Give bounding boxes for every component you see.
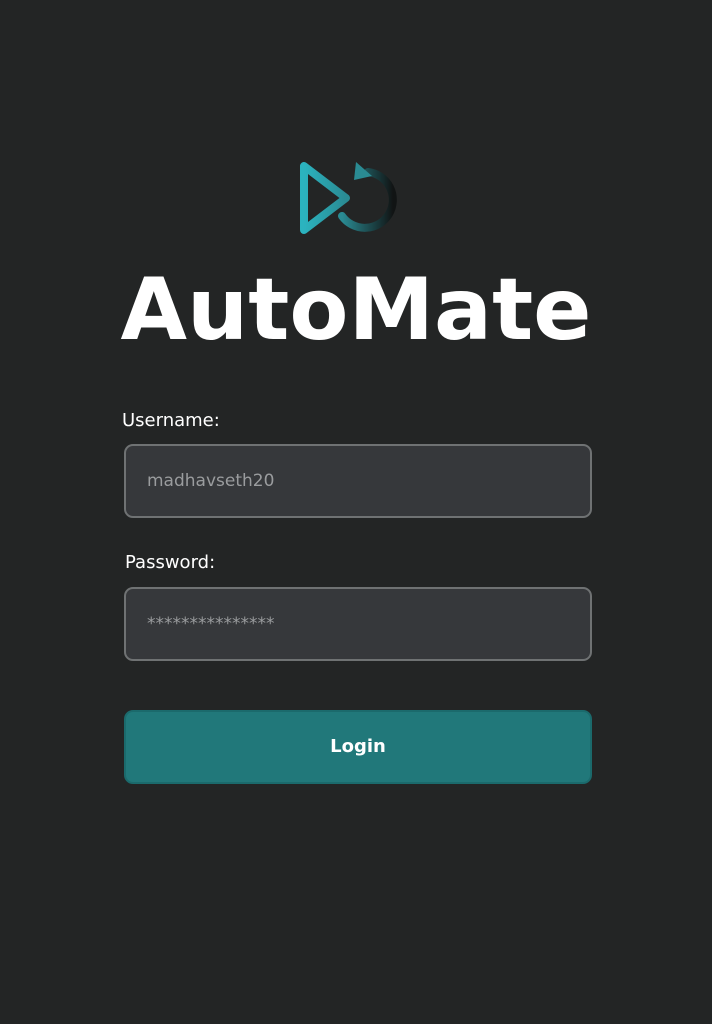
app-title: AutoMate	[120, 260, 592, 360]
password-input[interactable]: ***************	[124, 587, 592, 661]
username-label: Username:	[122, 410, 220, 431]
login-button[interactable]: Login	[124, 710, 592, 784]
automate-logo-icon	[300, 162, 397, 234]
username-value: madhavseth20	[147, 471, 275, 491]
username-input[interactable]: madhavseth20	[124, 444, 592, 518]
password-label: Password:	[125, 552, 216, 573]
password-value: ***************	[147, 614, 275, 634]
login-page: AutoMate Username: madhavseth20 Password…	[0, 0, 712, 1024]
